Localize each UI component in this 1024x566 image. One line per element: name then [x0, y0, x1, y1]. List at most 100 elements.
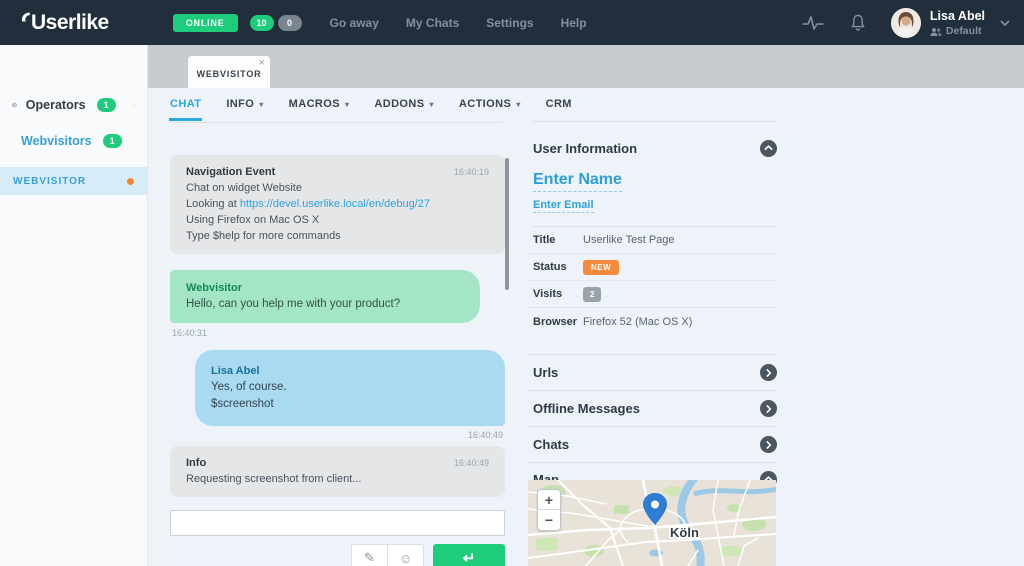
status-new-badge: NEW — [583, 260, 619, 275]
session-label: WEBVISITOR — [13, 176, 86, 187]
visited-url-link[interactable]: https://devel.userlike.local/en/debug/27 — [240, 198, 430, 210]
message-timestamp: 16:40:31 — [172, 328, 503, 338]
chevron-right-icon — [766, 368, 772, 377]
unread-indicator-dot — [127, 178, 134, 185]
subtab-addons[interactable]: ADDONS▾ — [374, 98, 434, 110]
user-menu[interactable]: Lisa Abel Default — [891, 7, 1010, 38]
user-name: Lisa Abel — [930, 9, 985, 23]
app-logo[interactable]: Userlike — [20, 10, 109, 36]
field-row-visits: Visits 2 — [528, 281, 777, 308]
chat-message-operator: Lisa Abel Yes, of course. $screenshot — [195, 350, 505, 426]
visitor-info-panel: User Information Enter Name Enter Email … — [528, 88, 777, 566]
nav-item-my-chats[interactable]: My Chats — [406, 16, 459, 30]
dropdown-caret-icon: ▾ — [345, 100, 349, 109]
tab-label: WEBVISITOR — [197, 69, 262, 79]
counter-online-badge[interactable]: 10 — [250, 15, 274, 31]
user-team: Default — [930, 25, 985, 38]
section-title: User Information — [533, 141, 637, 156]
field-row-status: Status NEW — [528, 254, 777, 281]
sidebar-item-webvisitors[interactable]: Webvisitors 1 — [0, 123, 147, 159]
expand-section-button[interactable] — [760, 400, 777, 417]
tab-close-icon[interactable]: × — [259, 57, 265, 69]
dropdown-caret-icon: ▾ — [259, 100, 263, 109]
activity-pulse-icon[interactable] — [801, 14, 825, 32]
subtab-macros[interactable]: MACROS▾ — [289, 98, 350, 110]
sidebar-item-webvisitor-session[interactable]: WEBVISITOR — [0, 167, 147, 195]
field-row-browser: Browser Firefox 52 (Mac OS X) — [528, 308, 777, 335]
section-chats[interactable]: Chats — [528, 426, 777, 462]
tab-webvisitor[interactable]: WEBVISITOR × — [188, 56, 270, 88]
sidebar-item-label: Webvisitors — [21, 134, 92, 148]
section-title: Chats — [533, 437, 569, 452]
send-return-icon: ↵ — [463, 549, 476, 566]
pencil-icon: ✎ — [364, 550, 375, 566]
message-title: Info — [186, 455, 206, 471]
composer-tools: ✎ ☺ — [351, 544, 424, 566]
subtab-info[interactable]: INFO▾ — [226, 98, 263, 110]
counter-queued-badge[interactable]: 0 — [278, 15, 302, 31]
edit-button[interactable]: ✎ — [351, 544, 388, 566]
message-author: Webvisitor — [186, 281, 464, 296]
message-body: Yes, of course. $screenshot — [211, 379, 489, 413]
chat-message-info: Info 16:40:49 Requesting screenshot from… — [170, 446, 505, 497]
top-navbar: Userlike ONLINE 10 0 Go away My Chats Se… — [0, 0, 1024, 45]
sidebar-item-operators[interactable]: Operators 1 — [0, 87, 147, 123]
field-label: Visits — [533, 288, 583, 300]
section-title: Offline Messages — [533, 401, 640, 416]
status-badge[interactable]: ONLINE — [173, 14, 238, 32]
dropdown-caret-icon: ▾ — [516, 100, 520, 109]
section-offline-messages[interactable]: Offline Messages — [528, 390, 777, 426]
dropdown-caret-icon: ▾ — [429, 100, 433, 109]
section-urls[interactable]: Urls — [528, 354, 777, 390]
nav-item-help[interactable]: Help — [561, 16, 587, 30]
map-zoom-out-button[interactable]: − — [538, 510, 560, 530]
send-button[interactable]: ↵ — [433, 544, 505, 566]
expand-section-button[interactable] — [760, 436, 777, 453]
map-city-label: Köln — [670, 525, 699, 540]
subtab-actions[interactable]: ACTIONS▾ — [459, 98, 521, 110]
collapse-section-button[interactable] — [760, 140, 777, 157]
subtab-divider — [170, 122, 502, 123]
section-user-information: User Information — [528, 138, 777, 158]
chevron-right-icon — [134, 100, 135, 110]
visits-count-badge: 2 — [583, 287, 601, 302]
expand-section-button[interactable] — [760, 364, 777, 381]
chevron-up-icon — [764, 145, 773, 151]
logo-icon — [20, 12, 30, 22]
enter-email-link[interactable]: Enter Email — [533, 199, 594, 213]
user-avatar — [891, 8, 921, 38]
map-zoom-control: + − — [537, 489, 561, 531]
subtab-chat[interactable]: CHAT — [170, 98, 201, 110]
message-composer: ✎ ☺ ↵ — [170, 510, 505, 566]
field-label: Title — [533, 234, 583, 246]
app-logo-text: Userlike — [31, 10, 109, 36]
nav-item-settings[interactable]: Settings — [486, 16, 533, 30]
message-timestamp: 16:40:19 — [454, 167, 489, 177]
field-label: Browser — [533, 316, 583, 328]
field-value: Userlike Test Page — [583, 234, 675, 246]
chat-scrollbar[interactable] — [505, 158, 509, 290]
emoji-button[interactable]: ☺ — [387, 544, 424, 566]
chevron-right-icon — [766, 404, 772, 413]
notifications-bell-icon[interactable] — [849, 13, 867, 32]
chat-message-navigation-event: Navigation Event 16:40:19 Chat on widget… — [170, 155, 505, 254]
field-row-title: Title Userlike Test Page — [528, 227, 777, 254]
slot-counters: 10 0 — [250, 15, 302, 31]
subtab-bar: CHAT INFO▾ MACROS▾ ADDONS▾ ACTIONS▾ CRM — [170, 98, 572, 110]
tab-strip: WEBVISITOR × — [148, 45, 1024, 88]
nav-menu: Go away My Chats Settings Help — [330, 16, 587, 30]
emoji-icon: ☺ — [399, 551, 412, 566]
nav-item-go-away[interactable]: Go away — [330, 16, 379, 30]
message-body: Chat on widget Website Looking at https:… — [186, 180, 489, 244]
sidebar: Operators 1 Webvisitors 1 WEBVISITOR — [0, 45, 148, 566]
map[interactable]: Köln + − — [528, 480, 776, 566]
operators-icon — [12, 95, 17, 115]
message-timestamp: 16:40:49 — [454, 458, 489, 468]
map-zoom-in-button[interactable]: + — [538, 490, 560, 510]
field-value: Firefox 52 (Mac OS X) — [583, 316, 692, 328]
message-input[interactable] — [170, 510, 505, 536]
webvisitors-count-badge: 1 — [103, 134, 122, 148]
message-body: Requesting screenshot from client... — [186, 471, 489, 487]
chat-message-visitor: Webvisitor Hello, can you help me with y… — [170, 270, 480, 323]
enter-name-link[interactable]: Enter Name — [533, 171, 622, 192]
